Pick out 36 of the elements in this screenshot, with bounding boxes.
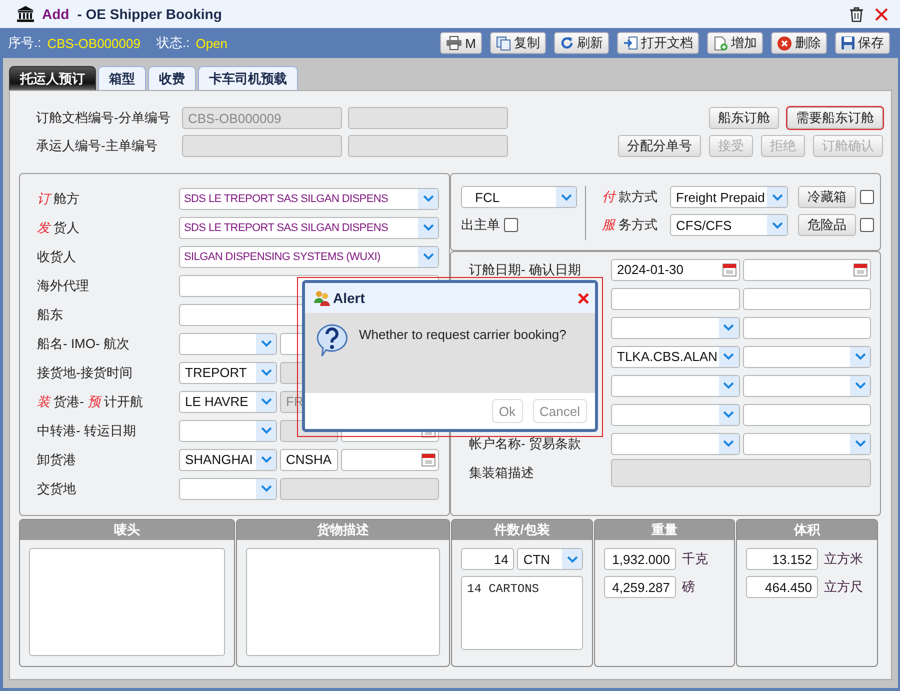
panel-header: 重量 <box>595 520 734 540</box>
field-label: 订舱日期- 确认日期 <box>469 260 582 278</box>
checkbox-label: 出主单 <box>461 216 500 234</box>
panel-header: 件数/包装 <box>452 520 592 540</box>
field-label: 订 舱方 <box>37 190 81 208</box>
field-label: 中转港- 转运日期 <box>37 422 137 440</box>
field-label: 服 务方式 <box>602 216 659 234</box>
field-label: 船名- IMO- 航次 <box>37 334 130 352</box>
field-label: 订舱文档编号-分单编号 <box>36 109 172 127</box>
field-label: 接货地-接货时间 <box>37 364 134 382</box>
field-label: 帐户名称- 贸易条款 <box>469 434 582 452</box>
unit-label: 立方米 <box>824 550 863 568</box>
panel-header: 体积 <box>737 520 877 540</box>
field-label: 海外代理 <box>37 276 90 294</box>
field-label: 船东 <box>37 306 64 324</box>
field-label: 收货人 <box>37 248 77 266</box>
dialog-title: Alert <box>333 290 365 306</box>
unit-label: 磅 <box>682 578 695 596</box>
field-label: 承运人编号-主单编号 <box>36 137 158 155</box>
unit-label: 千克 <box>682 550 708 568</box>
field-label: 卸货港 <box>37 450 77 468</box>
field-value: Open <box>196 36 228 50</box>
window-title: - OE Shipper Booking <box>77 6 222 22</box>
window-action: Add <box>42 6 70 22</box>
field-label: 交货地 <box>37 480 77 498</box>
unit-label: 立方尺 <box>824 578 863 596</box>
panel-header: 货物描述 <box>237 520 449 540</box>
field-label: 发 货人 <box>37 218 81 236</box>
panel-header: 唛头 <box>20 520 234 540</box>
field-value: CBS-OB000009 <box>47 36 140 50</box>
dialog-message: Whether to request carrier booking? <box>359 326 566 342</box>
field-label: 集装箱描述 <box>469 464 535 482</box>
field-label: 状态.: <box>156 34 190 52</box>
field-label: 装 货港- 预 计开航 <box>37 392 144 410</box>
field-label: 序号.: <box>8 34 42 52</box>
field-label: 付 款方式 <box>602 188 659 206</box>
